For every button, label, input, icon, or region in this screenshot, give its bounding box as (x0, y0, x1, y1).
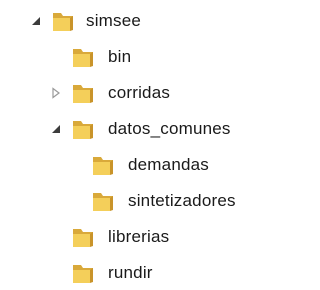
folder-icon (50, 9, 76, 33)
folder-icon (70, 261, 96, 285)
tree-node-label: librerias (108, 227, 170, 246)
tree-node-datos-comunes[interactable]: datos_comunes (0, 114, 280, 144)
tree-node-rundir[interactable]: rundir (0, 258, 280, 288)
tree-node-librerias[interactable]: librerias (0, 222, 280, 252)
tree-node-demandas[interactable]: demandas (0, 150, 280, 180)
tree-node-label: bin (108, 47, 132, 66)
folder-icon (70, 81, 96, 105)
tree-node-label: datos_comunes (108, 119, 231, 138)
tree-node-label: sintetizadores (128, 191, 236, 210)
tree-node-corridas[interactable]: corridas (0, 78, 280, 108)
tree-node-simsee[interactable]: simsee (0, 6, 280, 36)
folder-icon (90, 153, 116, 177)
collapsed-triangle-icon[interactable] (50, 87, 62, 99)
tree-node-label: corridas (108, 83, 171, 102)
tree-node-label: rundir (108, 263, 153, 282)
expanded-triangle-icon[interactable] (30, 15, 42, 27)
folder-icon (70, 225, 96, 249)
tree-node-label: demandas (128, 155, 209, 174)
folder-icon (70, 45, 96, 69)
tree-node-bin[interactable]: bin (0, 42, 280, 72)
tree-node-sintetizadores[interactable]: sintetizadores (0, 186, 280, 216)
folder-icon (90, 189, 116, 213)
expanded-triangle-icon[interactable] (50, 123, 62, 135)
folder-icon (70, 117, 96, 141)
tree-node-label: simsee (86, 11, 142, 30)
folder-tree: simsee bin corridas datos_comunes demand… (0, 0, 280, 288)
